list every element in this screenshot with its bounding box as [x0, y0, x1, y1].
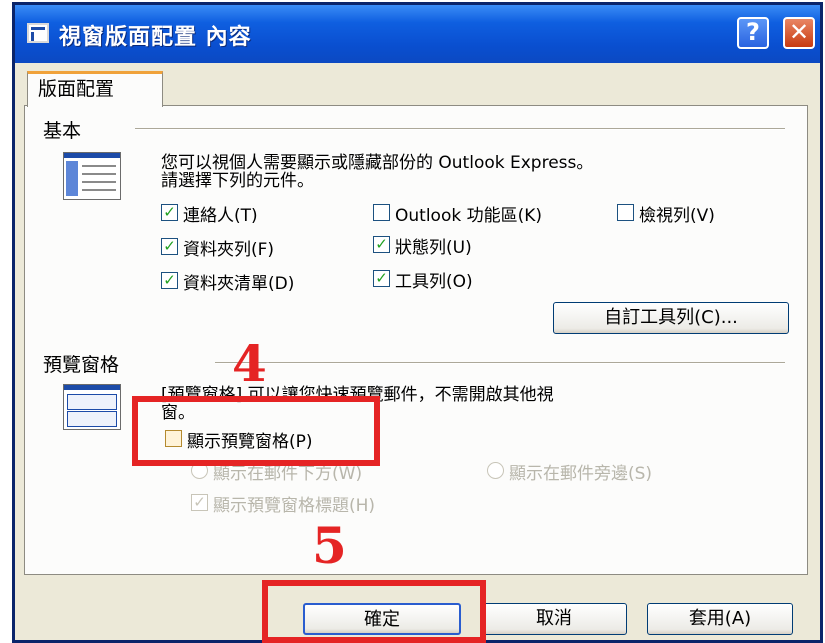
preview-heading: 預覽窗格	[43, 354, 120, 376]
outlook-bar-checkbox[interactable]	[373, 204, 390, 221]
close-button[interactable]: ✕	[783, 17, 815, 49]
status-bar-label: 狀態列(U)	[395, 238, 472, 258]
beside-message-radio[interactable]	[487, 462, 504, 479]
contacts-checkbox[interactable]: ✓	[161, 204, 178, 221]
apply-button[interactable]: 套用(A)	[647, 603, 793, 635]
toolbar-checkbox[interactable]: ✓	[373, 270, 390, 287]
show-header-checkbox[interactable]: ✓	[191, 494, 208, 511]
preview-pane-icon	[63, 384, 121, 430]
views-bar-label: 檢視列(V)	[639, 206, 715, 226]
contacts-label: 連絡人(T)	[183, 206, 258, 226]
step-5-label: 5	[312, 516, 347, 575]
step-4-label: 4	[232, 334, 267, 393]
beside-message-label: 顯示在郵件旁邊(S)	[509, 464, 653, 484]
basic-separator	[135, 128, 785, 130]
tab-layout[interactable]: 版面配置	[27, 71, 163, 107]
cancel-button[interactable]: 取消	[481, 603, 627, 635]
folder-bar-checkbox[interactable]: ✓	[161, 238, 178, 255]
tab-panel: 基本 您可以視個人需要顯示或隱藏部份的 Outlook Express。 請選擇…	[24, 105, 808, 575]
step-4-highlight	[132, 396, 380, 466]
toolbar-label: 工具列(O)	[395, 272, 473, 292]
customize-toolbar-button[interactable]: 自訂工具列(C)...	[553, 302, 789, 334]
basic-heading: 基本	[43, 120, 82, 142]
folder-list-label: 資料夾清單(D)	[183, 274, 295, 294]
window-layout-icon	[27, 23, 49, 43]
views-bar-checkbox[interactable]	[617, 204, 634, 221]
preview-separator	[215, 362, 785, 364]
window-title: 視窗版面配置 內容	[59, 25, 252, 50]
help-button[interactable]: ?	[737, 17, 769, 49]
basic-description-line2: 請選擇下列的元件。	[161, 171, 314, 191]
show-header-label: 顯示預覽窗格標題(H)	[213, 496, 376, 516]
folder-bar-label: 資料夾列(F)	[183, 240, 275, 260]
outlook-bar-label: Outlook 功能區(K)	[395, 206, 543, 226]
title-bar[interactable]: 視窗版面配置 內容 ? ✕	[15, 5, 820, 63]
status-bar-checkbox[interactable]: ✓	[373, 236, 390, 253]
layout-properties-dialog: 視窗版面配置 內容 ? ✕ 版面配置 基本 您可以視個人需要顯示或隱藏部份的 O…	[12, 2, 823, 643]
folder-list-checkbox[interactable]: ✓	[161, 272, 178, 289]
step-5-highlight	[262, 580, 486, 643]
layout-icon	[63, 152, 121, 200]
